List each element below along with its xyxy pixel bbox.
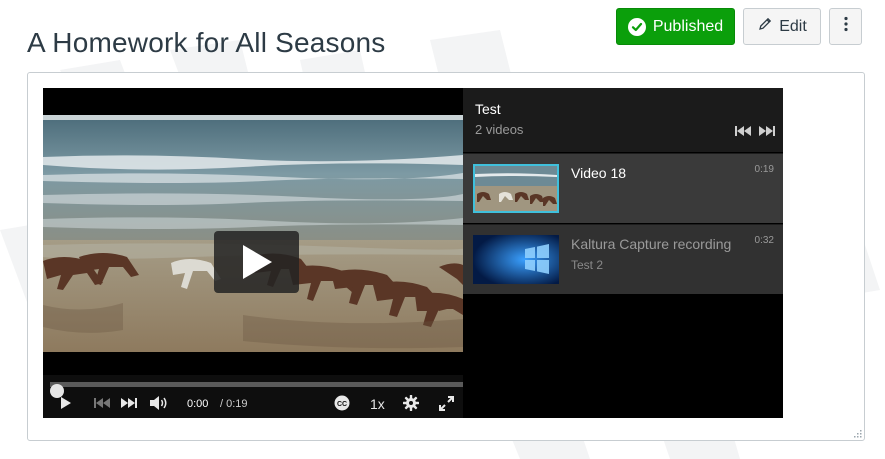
player-control-bar: 0:00 / 0:19 CC 1x bbox=[43, 375, 463, 418]
big-play-icon bbox=[242, 245, 272, 279]
playlist-item-duration: 0:19 bbox=[754, 164, 774, 175]
seek-bar[interactable] bbox=[50, 382, 463, 398]
more-options-button[interactable] bbox=[829, 8, 862, 45]
playlist-panel: Test 2 videos Video 18 0:19 Kaltura Capt… bbox=[463, 88, 783, 418]
playlist-item[interactable]: Video 18 0:19 bbox=[463, 153, 783, 223]
video-frame[interactable] bbox=[43, 115, 463, 352]
thumbnail-horses-image bbox=[475, 166, 557, 211]
current-time: 0:00 bbox=[187, 398, 209, 410]
previous-button[interactable] bbox=[93, 393, 111, 413]
closed-captions-icon: CC bbox=[334, 395, 350, 411]
svg-text:CC: CC bbox=[337, 401, 347, 408]
playlist-next-icon[interactable] bbox=[759, 125, 775, 137]
edit-button[interactable]: Edit bbox=[743, 8, 821, 45]
settings-button[interactable] bbox=[402, 393, 420, 413]
check-circle-icon bbox=[627, 17, 646, 36]
playlist-item-title: Kaltura Capture recording bbox=[571, 236, 732, 252]
volume-icon bbox=[150, 396, 167, 410]
playback-speed[interactable]: 1x bbox=[370, 396, 385, 412]
edit-label: Edit bbox=[779, 17, 807, 35]
play-icon bbox=[61, 397, 71, 409]
page-title: A Homework for All Seasons bbox=[27, 26, 386, 58]
big-play-button[interactable] bbox=[214, 231, 299, 293]
volume-button[interactable] bbox=[149, 393, 169, 413]
skip-back-icon bbox=[94, 398, 110, 408]
closed-captions-button[interactable]: CC bbox=[333, 393, 351, 413]
published-label: Published bbox=[652, 17, 724, 35]
skip-forward-icon bbox=[121, 398, 137, 408]
duration-time: / 0:19 bbox=[220, 398, 248, 410]
playlist-item[interactable]: Kaltura Capture recording 0:32 Test 2 bbox=[463, 224, 783, 294]
playlist-item-subtitle: Test 2 bbox=[571, 258, 604, 272]
fullscreen-button[interactable] bbox=[437, 393, 455, 413]
play-button[interactable] bbox=[58, 393, 74, 413]
video-thumbnail bbox=[473, 235, 559, 284]
playlist-item-duration: 0:32 bbox=[754, 235, 774, 246]
pencil-icon bbox=[757, 16, 773, 37]
thumbnail-windows-desktop-image bbox=[473, 235, 559, 284]
video-player: 0:00 / 0:19 CC 1x Test 2 videos Video 18… bbox=[43, 88, 783, 418]
resize-grip-icon[interactable] bbox=[854, 430, 862, 438]
next-button[interactable] bbox=[120, 393, 138, 413]
video-thumbnail bbox=[473, 164, 559, 213]
vertical-ellipsis-icon bbox=[843, 16, 848, 37]
playlist-item-title: Video 18 bbox=[571, 165, 627, 181]
playlist-title: Test bbox=[475, 101, 501, 117]
playlist-header: Test 2 videos bbox=[463, 88, 783, 152]
gear-icon bbox=[403, 395, 419, 411]
playlist-count: 2 videos bbox=[475, 122, 524, 137]
published-button[interactable]: Published bbox=[616, 8, 735, 45]
fullscreen-icon bbox=[438, 395, 454, 411]
playlist-previous-icon[interactable] bbox=[735, 125, 751, 137]
